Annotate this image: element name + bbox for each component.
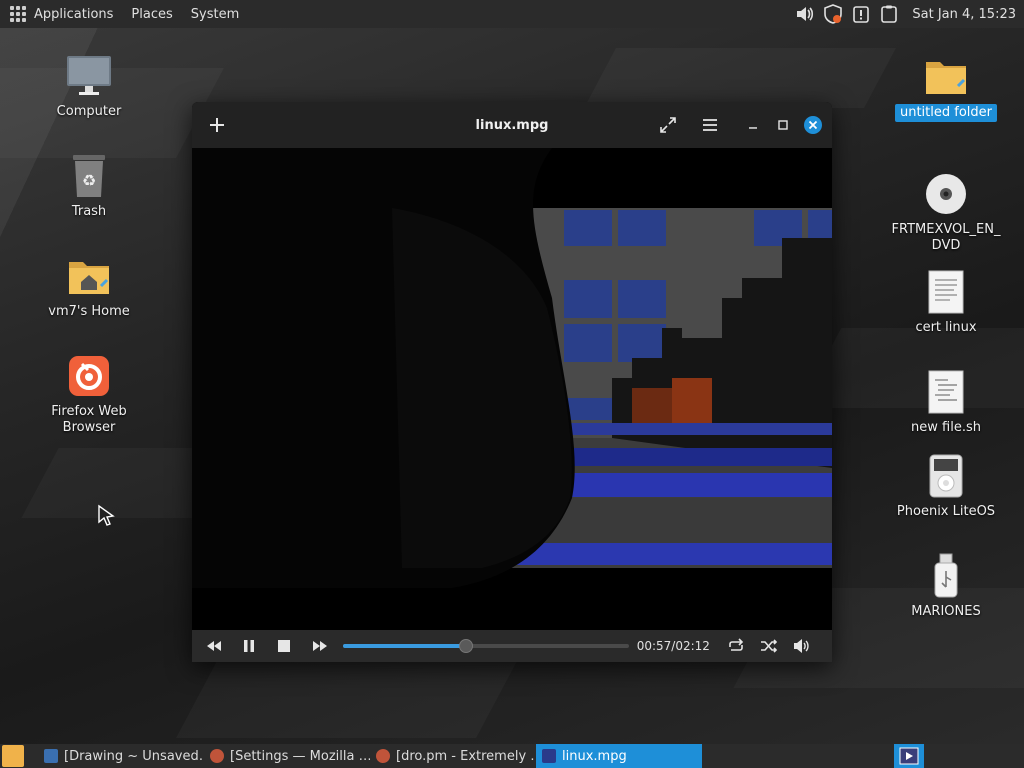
minimize-icon [749,127,757,129]
taskbar-item-settings-mozilla[interactable]: [Settings — Mozilla … [204,744,370,768]
text-file-icon [922,268,970,316]
desktop-icon-trash[interactable]: ♻ Trash [29,152,149,220]
hamburger-menu-icon [703,119,717,131]
volume-button[interactable] [789,634,816,658]
seek-progress [343,644,467,648]
add-media-button[interactable] [206,114,228,136]
desktop-icon-label: vm7's Home [48,304,130,319]
update-notifier-icon[interactable] [850,3,872,25]
script-file-icon [922,368,970,416]
taskbar-item-linux-mpg[interactable]: linux.mpg [536,744,702,768]
firefox-icon [65,352,113,400]
shuffle-button[interactable] [755,634,782,658]
window-title: linux.mpg [475,117,549,133]
maximize-button[interactable] [772,114,794,136]
desktop-icon-mariones[interactable]: MARIONES [886,552,1006,620]
menu-places[interactable]: Places [131,7,172,22]
trash-icon: ♻ [65,152,113,200]
repeat-button[interactable] [722,634,749,658]
desktop-icon-label: MARIONES [911,604,981,619]
rewind-button[interactable] [200,634,227,658]
media-player-icon [922,452,970,500]
player-titlebar[interactable]: linux.mpg [192,102,832,148]
seek-bar[interactable] [343,639,629,653]
desktop-icon-label: new file.sh [911,420,981,435]
workspace-switcher[interactable] [894,744,924,768]
taskbar-item-label: [Settings — Mozilla … [230,748,370,764]
video-player-icon [542,749,556,763]
desktop-icon-dvd[interactable]: FRTMEXVOL_EN_ DVD [886,170,1006,254]
video-scene [192,148,832,628]
desktop-icon-computer[interactable]: Computer [29,52,149,120]
maximize-icon [778,120,788,130]
fast-forward-button[interactable] [306,634,333,658]
desktop-icon-home[interactable]: vm7's Home [29,252,149,320]
volume-icon [794,639,809,653]
firefox-icon [376,749,390,763]
desktop-icon-phoenix-liteos[interactable]: Phoenix LiteOS [886,452,1006,520]
menu-applications[interactable]: Applications [34,7,113,22]
desktop-icon-label: Trash [71,204,107,219]
taskbar-item-label: [dro.pm - Extremely … [396,748,536,764]
drawing-app-icon [44,749,58,763]
desktop-icon-firefox[interactable]: Firefox Web Browser [29,352,149,436]
home-folder-icon [65,252,113,300]
pause-icon [244,640,255,652]
fullscreen-button[interactable] [657,114,679,136]
firefox-icon [210,749,224,763]
clock[interactable]: Sat Jan 4, 15:23 [912,7,1016,22]
shuffle-icon [760,639,778,653]
show-desktop-button[interactable] [2,745,24,767]
svg-text:♻: ♻ [82,171,96,190]
security-shield-icon[interactable] [822,3,844,25]
desktop-icon-label: untitled folder [894,104,997,122]
player-controls: 00:57/02:12 [192,630,832,662]
taskbar-item-label: [Drawing ~ Unsaved… [64,748,204,764]
desktop-icon-untitled-folder[interactable]: untitled folder [886,52,1006,122]
pause-button[interactable] [235,634,262,658]
desktop-icon-label: Firefox Web Browser [51,404,127,435]
video-player-window: linux.mpg 00:57/02:12 [192,102,832,662]
minimize-button[interactable] [742,114,764,136]
desktop-icon-new-file-sh[interactable]: new file.sh [886,368,1006,436]
clipboard-icon[interactable] [878,3,900,25]
menu-system[interactable]: System [191,7,239,22]
volume-icon[interactable] [794,3,816,25]
system-tray: Sat Jan 4, 15:23 [794,0,1016,28]
computer-icon [65,52,113,100]
usb-drive-icon [922,552,970,600]
dvd-icon [922,170,970,218]
close-button[interactable] [802,114,824,136]
seek-handle[interactable] [459,639,474,653]
taskbar-item-label: linux.mpg [562,748,627,764]
desktop-icon-cert-linux[interactable]: cert linux [886,268,1006,336]
fast-forward-icon [312,641,327,651]
fullscreen-icon [660,117,676,133]
mouse-pointer-icon [98,504,115,526]
desktop-icon-label: FRTMEXVOL_EN_ DVD [891,222,1001,253]
menu-button[interactable] [699,114,721,136]
desktop-icon-label: Computer [56,104,122,119]
video-player-icon [899,747,919,765]
repeat-icon [728,638,743,651]
taskbar-item-drawing[interactable]: [Drawing ~ Unsaved… [38,744,204,768]
top-panel: Applications Places System Sat Jan 4, 15… [0,0,1024,28]
video-frame[interactable] [192,148,832,628]
taskbar-item-dro-pm[interactable]: [dro.pm - Extremely … [370,744,536,768]
desktop-icon-label: Phoenix LiteOS [896,504,996,519]
time-display: 00:57/02:12 [636,639,710,653]
stop-button[interactable] [271,634,298,658]
stop-icon [278,640,291,652]
rewind-icon [206,641,221,651]
desktop-icon-label: cert linux [915,320,977,335]
applications-grid-icon[interactable] [10,6,26,22]
close-icon [804,116,822,134]
folder-icon [922,52,970,100]
plus-icon [210,118,224,132]
bottom-taskbar: [Drawing ~ Unsaved… [Settings — Mozilla … [0,744,1024,768]
